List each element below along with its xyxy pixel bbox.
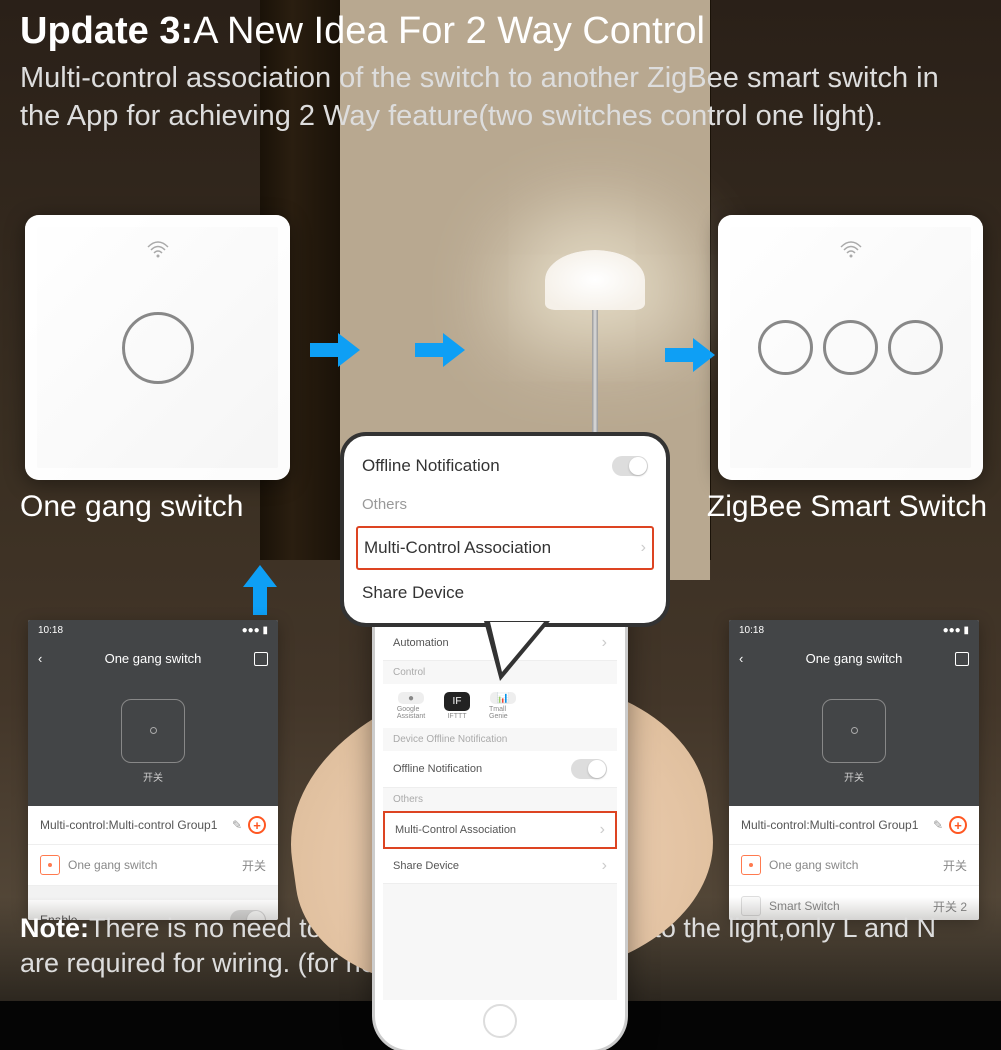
title-text: A New Idea For 2 Way Control bbox=[193, 10, 705, 52]
google-assistant-icon[interactable]: ●Google Assistant bbox=[397, 692, 425, 720]
label-one-gang: One gang switch bbox=[20, 490, 243, 524]
switch-label: 开关 bbox=[844, 769, 864, 784]
switch-box[interactable] bbox=[822, 699, 886, 763]
pencil-icon[interactable]: ✎ bbox=[933, 818, 943, 832]
device-item-1[interactable]: One gang switch 开关 bbox=[729, 845, 979, 886]
chevron-right-icon: › bbox=[602, 634, 607, 652]
others-section: Others bbox=[383, 788, 617, 811]
switch-button-3 bbox=[888, 320, 943, 375]
time: 10:18 bbox=[38, 625, 63, 636]
others-section: Others bbox=[358, 486, 652, 523]
multi-control-row[interactable]: Multi-Control Association › bbox=[356, 526, 654, 570]
mca-row[interactable]: Multi-Control Association › bbox=[383, 811, 617, 849]
title-bold: Update 3: bbox=[20, 10, 193, 52]
home-button[interactable] bbox=[483, 1004, 517, 1038]
automation-label: Automation bbox=[393, 637, 449, 649]
share-label: Share Device bbox=[362, 583, 464, 603]
status-bar: 10:18 ●●● ▮ bbox=[729, 620, 979, 641]
arrow-right-icon bbox=[310, 330, 360, 370]
description: Multi-control association of the switch … bbox=[20, 60, 981, 135]
header-title: One gang switch bbox=[806, 651, 903, 666]
phone-screen: Automation› Control ●Google Assistant IF… bbox=[383, 626, 617, 1000]
switch-button-1 bbox=[758, 320, 813, 375]
mca-label: Multi-Control Association bbox=[395, 824, 516, 836]
share-label: Share Device bbox=[393, 860, 459, 872]
callout-tail bbox=[484, 621, 550, 681]
offline-notification-row[interactable]: Offline Notification bbox=[358, 446, 652, 486]
share-device-row[interactable]: Share Device bbox=[358, 573, 652, 613]
ifttt-icon[interactable]: IFIFTTT bbox=[443, 692, 471, 720]
arrow-right-icon bbox=[665, 335, 715, 375]
switch-preview: 开关 bbox=[729, 676, 979, 806]
settings-callout: Offline Notification Others Multi-Contro… bbox=[340, 432, 670, 627]
group-label: Multi-control:Multi-control Group1 bbox=[40, 818, 217, 832]
device-icon bbox=[40, 855, 60, 875]
chevron-right-icon: › bbox=[602, 857, 607, 875]
chevron-right-icon: › bbox=[600, 821, 605, 839]
edit-icon[interactable] bbox=[955, 652, 969, 666]
pencil-icon[interactable]: ✎ bbox=[232, 818, 242, 832]
app-header: ‹ One gang switch bbox=[729, 641, 979, 676]
share-row[interactable]: Share Device › bbox=[383, 849, 617, 884]
item-suffix: 开关 bbox=[242, 857, 266, 874]
toggle-off-icon[interactable] bbox=[571, 759, 607, 779]
battery-icon: ●●● ▮ bbox=[943, 625, 969, 636]
wifi-icon bbox=[839, 239, 863, 259]
one-gang-switch-panel bbox=[25, 215, 290, 480]
device-icon bbox=[741, 855, 761, 875]
item-label: One gang switch bbox=[769, 858, 935, 872]
offline-label: Offline Notification bbox=[362, 456, 500, 476]
switch-label: 开关 bbox=[143, 769, 163, 784]
group-row[interactable]: Multi-control:Multi-control Group1 ✎ + bbox=[28, 806, 278, 845]
phone-left: 10:18 ●●● ▮ ‹ One gang switch 开关 Multi-co… bbox=[28, 620, 278, 920]
time: 10:18 bbox=[739, 625, 764, 636]
item-label: One gang switch bbox=[68, 858, 234, 872]
switch-button bbox=[122, 312, 194, 384]
header-title: One gang switch bbox=[105, 651, 202, 666]
device-section: Device Offline Notification bbox=[383, 728, 617, 751]
toggle-off-icon[interactable] bbox=[612, 456, 648, 476]
page-title: Update 3:A New Idea For 2 Way Control bbox=[20, 8, 981, 56]
phone-right: 10:18 ●●● ▮ ‹ One gang switch 开关 Multi-co… bbox=[729, 620, 979, 920]
offline-row[interactable]: Offline Notification bbox=[383, 751, 617, 788]
app-header: ‹ One gang switch bbox=[28, 641, 278, 676]
wifi-icon bbox=[146, 239, 170, 259]
offline-label: Offline Notification bbox=[393, 763, 482, 775]
arrow-right-icon bbox=[415, 330, 465, 370]
item-suffix: 开关 bbox=[943, 857, 967, 874]
label-zigbee: ZigBee Smart Switch bbox=[707, 490, 987, 524]
add-icon[interactable]: + bbox=[949, 816, 967, 834]
device-item[interactable]: One gang switch 开关 bbox=[28, 845, 278, 886]
switch-box[interactable] bbox=[121, 699, 185, 763]
assistant-icons: ●Google Assistant IFIFTTT 📊Tmall Genie bbox=[383, 684, 617, 728]
tmall-genie-icon[interactable]: 📊Tmall Genie bbox=[489, 692, 517, 720]
note-bold: Note: bbox=[20, 913, 89, 943]
back-icon[interactable]: ‹ bbox=[38, 651, 42, 666]
status-bar: 10:18 ●●● ▮ bbox=[28, 620, 278, 641]
arrow-up-icon bbox=[240, 565, 280, 615]
add-icon[interactable]: + bbox=[248, 816, 266, 834]
edit-icon[interactable] bbox=[254, 652, 268, 666]
mca-label: Multi-Control Association bbox=[364, 538, 551, 558]
switch-preview: 开关 bbox=[28, 676, 278, 806]
group-label: Multi-control:Multi-control Group1 bbox=[741, 818, 918, 832]
switch-button-2 bbox=[823, 320, 878, 375]
zigbee-switch-panel bbox=[718, 215, 983, 480]
chevron-right-icon: › bbox=[641, 539, 646, 557]
group-row[interactable]: Multi-control:Multi-control Group1 ✎ + bbox=[729, 806, 979, 845]
battery-icon: ●●● ▮ bbox=[242, 625, 268, 636]
back-icon[interactable]: ‹ bbox=[739, 651, 743, 666]
